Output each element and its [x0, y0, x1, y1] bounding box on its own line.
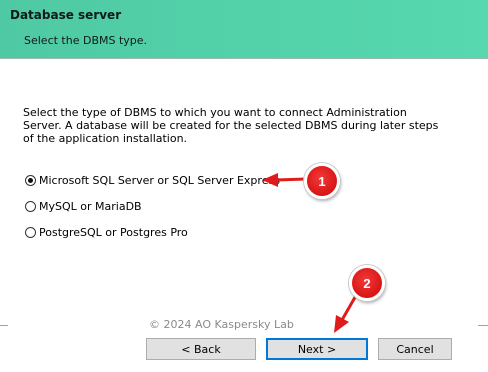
next-button[interactable]: Next > — [266, 338, 368, 360]
footer-divider-left — [0, 325, 8, 326]
radio-option-mssql[interactable]: Microsoft SQL Server or SQL Server Expre… — [25, 172, 280, 188]
cancel-button[interactable]: Cancel — [378, 338, 452, 360]
radio-label-postgresql[interactable]: PostgreSQL or Postgres Pro — [39, 226, 188, 239]
radio-label-mssql[interactable]: Microsoft SQL Server or SQL Server Expre… — [39, 174, 280, 187]
dbms-description: Select the type of DBMS to which you wan… — [23, 106, 439, 145]
radio-button[interactable] — [25, 200, 36, 212]
page-subtitle: Select the DBMS type. — [24, 34, 148, 47]
annotation-badge-1: 1 — [304, 163, 340, 199]
page-title: Database server — [10, 8, 122, 22]
radio-label-mysql[interactable]: MySQL or MariaDB — [39, 200, 142, 213]
annotation-badge-2: 2 — [349, 265, 385, 301]
wizard-header: Database server Select the DBMS type. — [0, 0, 488, 59]
radio-button-checked[interactable] — [25, 174, 36, 186]
copyright-text: © 2024 AO Kaspersky Lab — [149, 318, 294, 331]
radio-option-postgresql[interactable]: PostgreSQL or Postgres Pro — [25, 224, 188, 240]
radio-option-mysql[interactable]: MySQL or MariaDB — [25, 198, 142, 214]
radio-button[interactable] — [25, 226, 36, 238]
footer-divider-right — [478, 325, 488, 326]
back-button[interactable]: < Back — [146, 338, 256, 360]
